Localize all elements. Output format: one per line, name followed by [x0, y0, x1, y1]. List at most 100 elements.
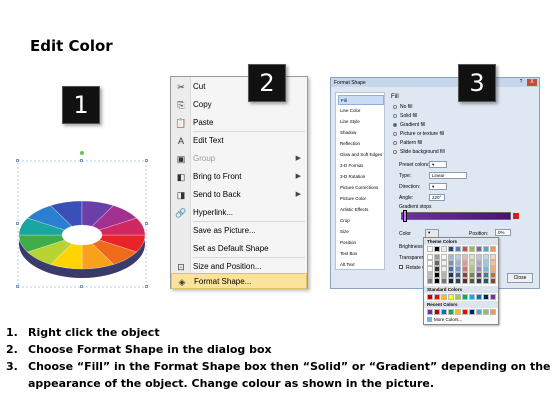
sidebar-item-picture-corrections[interactable]: Picture Corrections: [338, 183, 384, 193]
menu-item-copy[interactable]: ⎘ Copy: [171, 97, 307, 113]
recent-color-swatch[interactable]: [490, 309, 496, 315]
standard-color-swatch[interactable]: [434, 294, 440, 300]
resize-handle-br[interactable]: [145, 285, 148, 288]
rotation-handle[interactable]: [80, 151, 84, 155]
sidebar-item-reflection[interactable]: Reflection: [338, 139, 384, 149]
sidebar-item-size[interactable]: Size: [338, 227, 384, 237]
menu-item-save-as-picture[interactable]: Save as Picture...: [171, 223, 307, 239]
step-number: 2.: [6, 343, 18, 356]
theme-color-swatch[interactable]: [448, 246, 454, 252]
menu-item-hyperlink[interactable]: 🔗 Hyperlink...: [171, 205, 307, 221]
remove-stop-icon[interactable]: [513, 213, 519, 219]
standard-color-swatch[interactable]: [427, 294, 433, 300]
theme-color-swatch[interactable]: [476, 278, 482, 284]
sidebar-item-line-style[interactable]: Line Style: [338, 117, 384, 127]
standard-color-swatch[interactable]: [476, 294, 482, 300]
theme-color-swatch[interactable]: [483, 278, 489, 284]
theme-color-swatch[interactable]: [490, 246, 496, 252]
menu-item-format-shape[interactable]: ◈ Format Shape...: [171, 273, 307, 289]
theme-color-swatch[interactable]: [441, 278, 447, 284]
sidebar-item-text-box[interactable]: Text Box: [338, 249, 384, 259]
sidebar-item-position[interactable]: Position: [338, 238, 384, 248]
sidebar-item-glow-and-soft-edges[interactable]: Glow and Soft Edges: [338, 150, 384, 160]
gradient-stops-bar[interactable]: [401, 212, 511, 220]
theme-color-swatch[interactable]: [427, 246, 433, 252]
theme-color-swatch[interactable]: [483, 246, 489, 252]
help-button[interactable]: ?: [517, 79, 525, 86]
fill-radio-4[interactable]: [393, 141, 397, 145]
theme-color-swatch[interactable]: [469, 278, 475, 284]
theme-color-swatch[interactable]: [455, 278, 461, 284]
resize-handle-bl[interactable]: [16, 285, 19, 288]
menu-item-set-as-default-shape[interactable]: Set as Default Shape: [171, 241, 307, 257]
standard-color-swatch[interactable]: [455, 294, 461, 300]
theme-color-swatch[interactable]: [434, 246, 440, 252]
theme-color-swatch[interactable]: [441, 246, 447, 252]
menu-item-group[interactable]: ▣ Group ▶: [171, 151, 307, 167]
resize-handle-tl[interactable]: [16, 159, 19, 162]
dialog-close-x-button[interactable]: X: [527, 79, 537, 86]
standard-color-swatch[interactable]: [469, 294, 475, 300]
resize-handle-t[interactable]: [80, 159, 83, 162]
resize-handle-l[interactable]: [16, 222, 19, 225]
angle-field[interactable]: 220°: [429, 194, 445, 201]
step-badge-2: 2: [248, 64, 286, 102]
recent-color-swatch[interactable]: [469, 309, 475, 315]
standard-color-swatch[interactable]: [441, 294, 447, 300]
theme-color-swatch[interactable]: [427, 278, 433, 284]
theme-color-swatch[interactable]: [448, 278, 454, 284]
menu-item-edit-text[interactable]: A Edit Text: [171, 133, 307, 149]
fill-radio-5[interactable]: [393, 150, 397, 154]
standard-color-swatch[interactable]: [490, 294, 496, 300]
menu-item-send-to-back[interactable]: ◨ Send to Back ▶: [171, 187, 307, 203]
fill-radio-0[interactable]: [393, 105, 397, 109]
gradient-stop-handle[interactable]: [403, 210, 407, 222]
scissors-icon: ✂: [177, 82, 185, 92]
recent-color-swatch[interactable]: [483, 309, 489, 315]
sidebar-item-shadow[interactable]: Shadow: [338, 128, 384, 138]
recent-color-swatch[interactable]: [434, 309, 440, 315]
rotate-checkbox[interactable]: [399, 265, 403, 269]
puzzle-ring-image[interactable]: [17, 160, 149, 288]
sidebar-item-artistic-effects[interactable]: Artistic Effects: [338, 205, 384, 215]
menu-item-paste[interactable]: 📋 Paste: [171, 115, 307, 131]
fill-radio-2[interactable]: [393, 123, 397, 127]
theme-color-swatch[interactable]: [490, 278, 496, 284]
more-colors-option[interactable]: More Colors...: [434, 317, 462, 322]
resize-handle-tr[interactable]: [145, 159, 148, 162]
theme-color-swatch[interactable]: [462, 246, 468, 252]
theme-color-swatch[interactable]: [476, 246, 482, 252]
sidebar-item-line-color[interactable]: Line Color: [338, 106, 384, 116]
recent-color-swatch[interactable]: [455, 309, 461, 315]
sidebar-item-picture-color[interactable]: Picture Color: [338, 194, 384, 204]
sidebar-item-crop[interactable]: Crop: [338, 216, 384, 226]
sidebar-item-fill[interactable]: Fill: [338, 95, 384, 105]
resize-handle-r[interactable]: [145, 222, 148, 225]
theme-color-swatch[interactable]: [469, 246, 475, 252]
direction-dropdown[interactable]: ▾: [429, 183, 447, 190]
step-number: 3.: [6, 360, 18, 373]
preset-colors-dropdown[interactable]: ▾: [429, 161, 447, 168]
standard-color-swatch[interactable]: [483, 294, 489, 300]
fill-radio-1[interactable]: [393, 114, 397, 118]
theme-color-swatch[interactable]: [455, 246, 461, 252]
sidebar-item-alt-text[interactable]: Alt Text: [338, 260, 384, 270]
fill-radio-3[interactable]: [393, 132, 397, 136]
recent-color-swatch[interactable]: [476, 309, 482, 315]
close-button[interactable]: Close: [507, 273, 533, 283]
standard-color-swatch[interactable]: [448, 294, 454, 300]
sidebar-item-3-d-format[interactable]: 3-D Format: [338, 161, 384, 171]
menu-item-bring-to-front[interactable]: ◧ Bring to Front ▶: [171, 169, 307, 185]
theme-color-swatch[interactable]: [434, 278, 440, 284]
standard-color-swatch[interactable]: [462, 294, 468, 300]
type-dropdown[interactable]: Linear: [429, 172, 467, 179]
position-field[interactable]: 0%: [495, 229, 511, 236]
recent-color-swatch[interactable]: [427, 309, 433, 315]
recent-color-swatch[interactable]: [441, 309, 447, 315]
theme-color-swatch[interactable]: [462, 278, 468, 284]
sidebar-item-3-d-rotation[interactable]: 3-D Rotation: [338, 172, 384, 182]
recent-color-swatch[interactable]: [462, 309, 468, 315]
resize-handle-b[interactable]: [80, 285, 83, 288]
recent-color-swatch[interactable]: [448, 309, 454, 315]
menu-item-cut[interactable]: ✂ Cut: [171, 79, 307, 95]
